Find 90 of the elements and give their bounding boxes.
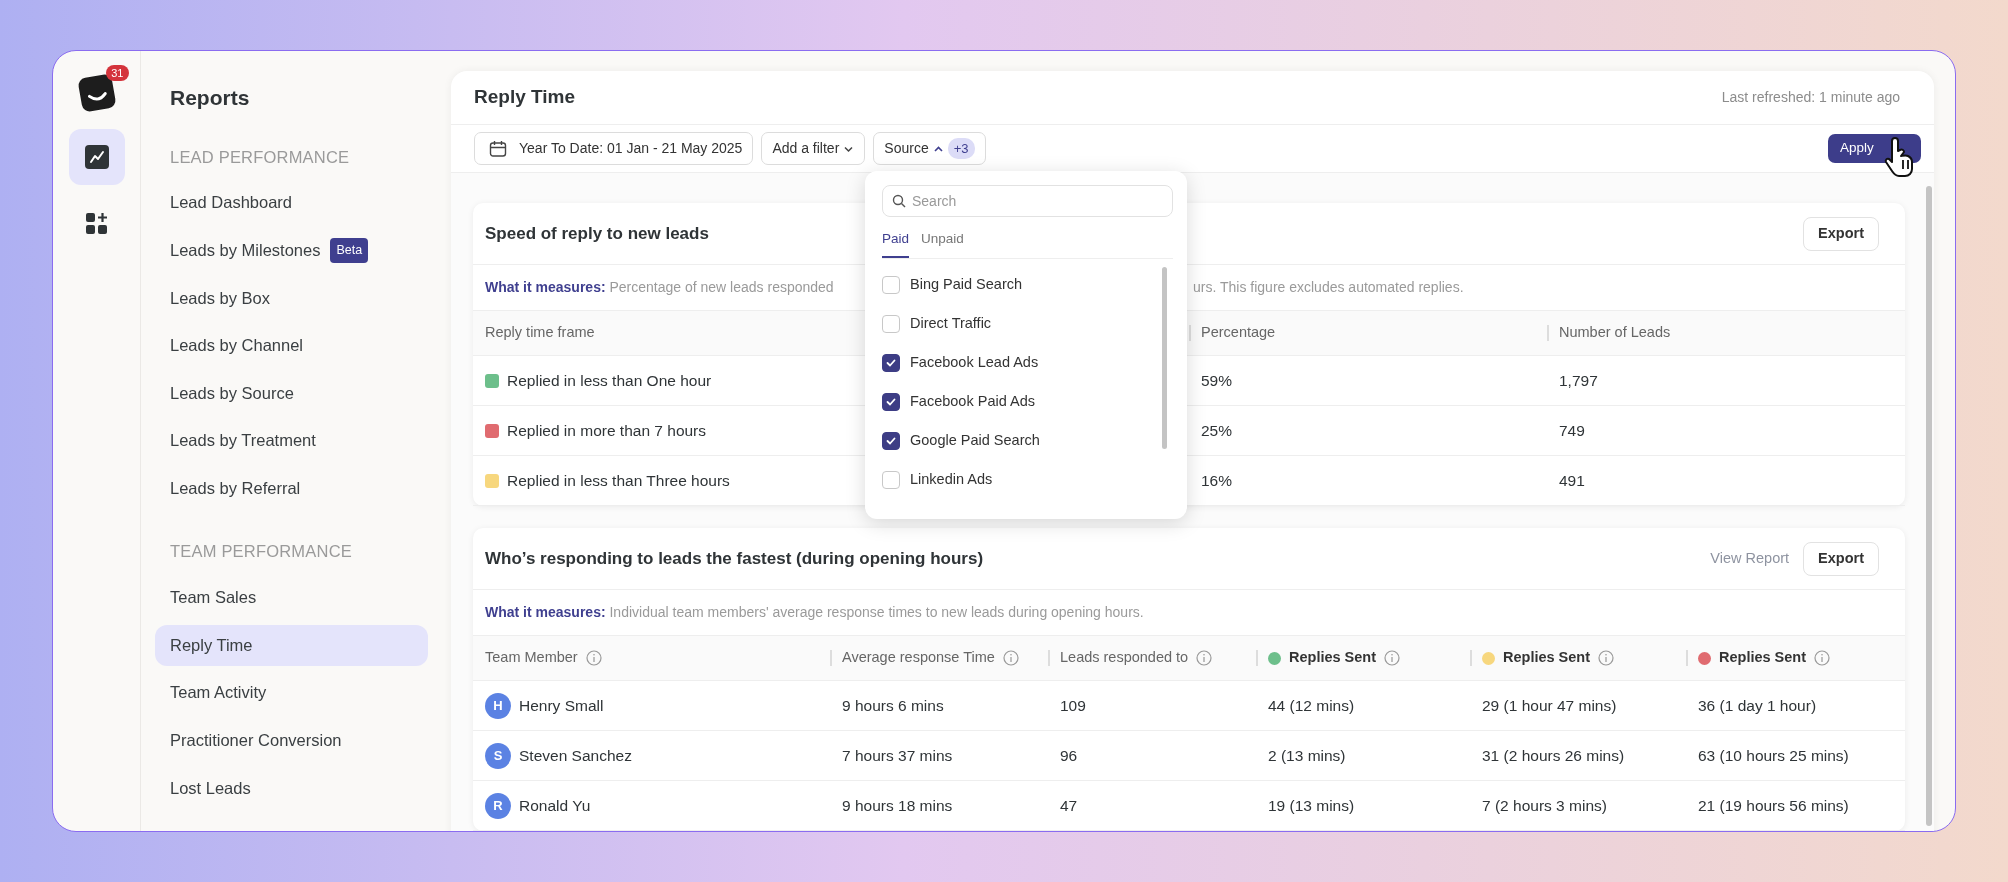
section-heading: LEAD PERFORMANCE — [170, 146, 351, 168]
table-cell-text: 1,797 — [1559, 370, 1598, 391]
table-cell-text: 749 — [1559, 420, 1585, 441]
table-cell-text: 96 — [1060, 745, 1078, 766]
date-range-button[interactable]: Year To Date: 01 Jan - 21 May 2025 — [474, 132, 754, 165]
sidebar-item[interactable]: Leads by Referral — [155, 467, 428, 509]
table-cell-text: 29 (1 hour 47 mins) — [1482, 695, 1617, 716]
table-cell-text: 21 (19 hours 56 mins) — [1698, 795, 1849, 816]
sidebar-item[interactable]: Leads by Source — [155, 372, 428, 414]
table-cell-text: Ronald Yu — [519, 795, 591, 816]
checkbox-label: Facebook Lead Ads — [910, 352, 1039, 372]
sidebar-item-label: Leads by Milestones — [170, 239, 321, 261]
count-badge: +3 — [947, 137, 975, 160]
page-title: Reply Time — [474, 85, 576, 110]
checkbox-label: Google Paid Search — [910, 430, 1040, 450]
sidebar-item[interactable]: Leads by Channel — [155, 325, 428, 367]
calendar-icon — [489, 140, 507, 157]
export-button[interactable]: Export — [1803, 541, 1879, 576]
column-header: Number of Leads — [1559, 323, 1671, 343]
sidebar-item[interactable]: Lead Dashboard — [155, 182, 428, 224]
rail-button[interactable] — [68, 129, 125, 185]
report-title: Speed of reply to new leads — [485, 222, 709, 245]
checkbox[interactable] — [882, 353, 900, 372]
add-filter-button[interactable]: Add a filter — [761, 132, 866, 165]
avatar: H — [485, 692, 511, 719]
column-header: Replies Sent — [1719, 648, 1807, 668]
column-header: Reply time frame — [485, 323, 595, 343]
table-cell-text: 16% — [1201, 470, 1233, 491]
table-cell-text: 36 (1 day 1 hour) — [1698, 695, 1817, 716]
column-header: Team Member — [485, 648, 578, 668]
column-header: Average response Time — [842, 648, 995, 668]
table-cell-text: 2 (13 mins) — [1268, 745, 1346, 766]
measure-description: What it measures: Percentage of new leads responded — [485, 279, 834, 295]
column-header: Percentage — [1201, 323, 1276, 343]
column-header: Leads responded to — [1060, 648, 1189, 668]
sidebar-item[interactable]: Reply Time — [155, 624, 428, 666]
table-cell-text: 25% — [1201, 420, 1233, 441]
measure-description: urs. This figure excludes automated replies. — [1193, 279, 1464, 295]
sidebar-item[interactable]: Team Activity — [155, 672, 428, 714]
export-button[interactable]: Export — [1803, 216, 1879, 251]
tab[interactable]: Unpaid — [921, 225, 964, 259]
avatar: S — [485, 742, 511, 769]
table-cell-text: 63 (10 hours 25 mins) — [1698, 745, 1849, 766]
checkbox[interactable] — [882, 392, 900, 411]
source-filter-button[interactable]: Source +3 — [873, 132, 986, 165]
sidebar-title: Reports — [170, 85, 251, 111]
avatar: R — [485, 792, 511, 819]
notification-badge: 31 — [106, 65, 129, 81]
table-cell-text: Henry Small — [519, 695, 604, 716]
table-cell-text: Replied in less than Three hours — [507, 470, 730, 491]
column-header: Replies Sent — [1503, 648, 1591, 668]
sidebar-item[interactable]: Leads by Milestones Beta — [155, 229, 428, 271]
checkbox-label: Direct Traffic — [910, 313, 992, 333]
table-cell-text: 7 (2 hours 3 mins) — [1482, 795, 1607, 816]
table-cell-text: 19 (13 mins) — [1268, 795, 1355, 816]
column-header: Replies Sent — [1289, 648, 1377, 668]
table-cell-text: 9 hours 18 mins — [842, 795, 953, 816]
scrollbar[interactable] — [1162, 267, 1167, 450]
table-cell-text: Replied in more than 7 hours — [507, 420, 707, 441]
table-cell-text: 9 hours 6 mins — [842, 695, 944, 716]
sidebar-item[interactable]: Practitioner Conversion — [155, 719, 428, 761]
sidebar-item[interactable]: Lost Leads — [155, 767, 428, 809]
sidebar-item[interactable]: Leads by Treatment — [155, 420, 428, 462]
scrollbar[interactable] — [1926, 186, 1932, 826]
checkbox-label: Bing Paid Search — [910, 274, 1023, 294]
sidebar-item[interactable]: Leads by Box — [155, 277, 428, 319]
checkbox-label: Facebook Paid Ads — [910, 391, 1035, 411]
section-heading: TEAM PERFORMANCE — [170, 541, 353, 563]
add-widget-icon — [85, 211, 108, 235]
table-cell-text: Steven Sanchez — [519, 745, 632, 766]
report-title: Who’s responding to leads the fastest (during opening hours) — [485, 547, 984, 570]
table-cell-text: 44 (12 mins) — [1268, 695, 1355, 716]
table-cell-text: 59% — [1201, 370, 1233, 391]
chart-icon — [83, 144, 110, 170]
sidebar-item[interactable]: Team Sales — [155, 577, 428, 619]
tab[interactable]: Paid — [882, 225, 910, 259]
table-cell-text: 7 hours 37 mins — [842, 745, 953, 766]
beta-badge: Beta — [330, 237, 369, 263]
table-cell-text: 109 — [1060, 695, 1086, 716]
checkbox[interactable] — [882, 431, 900, 450]
table-cell-text: Replied in less than One hour — [507, 370, 712, 391]
last-refreshed-text: Last refreshed: 1 minute ago — [1721, 88, 1900, 107]
search-field[interactable]: Search — [882, 185, 1173, 217]
table-cell-text: 47 — [1060, 795, 1078, 816]
chevron-up-icon — [932, 143, 944, 154]
checkbox-label: Linkedin Ads — [910, 469, 993, 489]
table-cell-text: 31 (2 hours 26 mins) — [1482, 745, 1625, 766]
measure-description: What it measures: Individual team members' average response times to new leads during opening hours. — [485, 604, 1144, 620]
table-cell-text: 491 — [1559, 470, 1585, 491]
search-icon — [892, 194, 906, 208]
